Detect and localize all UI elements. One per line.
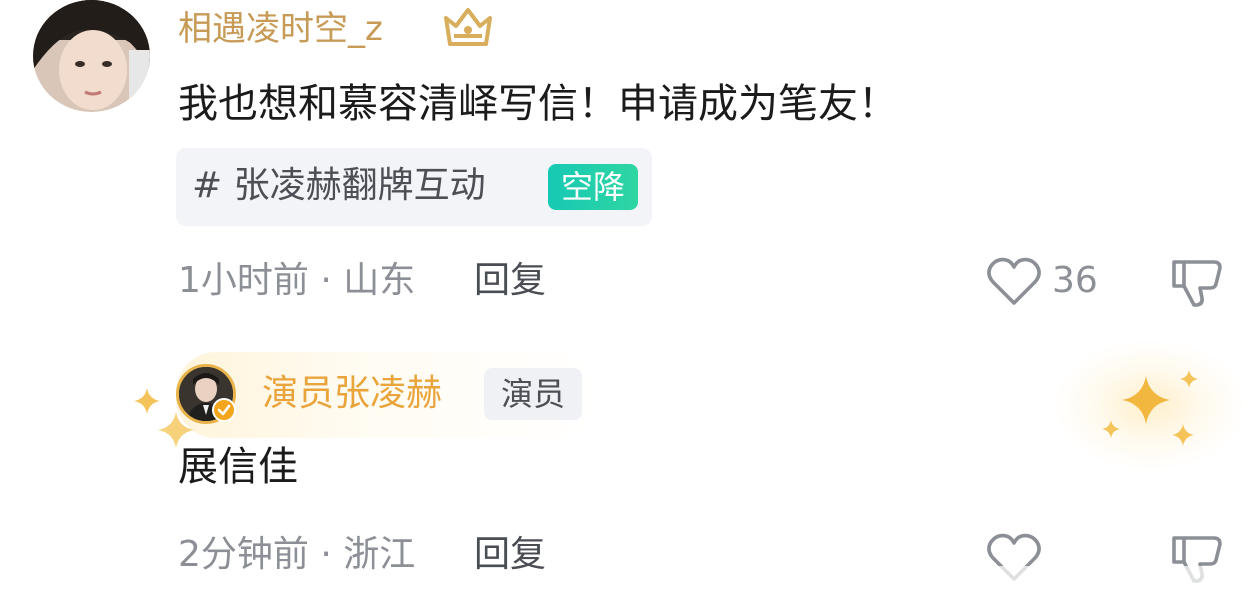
heart-icon[interactable] <box>986 256 1042 308</box>
comment-meta: 1小时前 · 山东 <box>178 260 416 301</box>
comment-text: 我也想和慕容清峄写信！申请成为笔友！ <box>178 81 898 127</box>
comment-meta: 2分钟前 · 浙江 <box>178 534 416 575</box>
crown-badge-icon <box>440 2 496 52</box>
sparkle-icon <box>1102 420 1120 442</box>
sparkle-icon <box>134 388 160 418</box>
sparkle-icon <box>1122 376 1170 428</box>
watermark-overlay <box>944 566 1254 588</box>
username[interactable]: 相遇凌时空_z <box>178 8 383 50</box>
sparkle-icon <box>1180 370 1198 392</box>
airdrop-badge: 空降 <box>548 164 638 210</box>
sparkle-icon <box>1172 424 1194 450</box>
topic-text: # 张凌赫翻牌互动 <box>192 165 486 206</box>
username[interactable]: 演员张凌赫 <box>262 370 442 418</box>
role-tag: 演员 <box>484 368 582 420</box>
comment-thread: 相遇凌时空_z 我也想和慕容清峄写信！申请成为笔友！ # 张凌赫翻牌互动 空降 … <box>0 0 1260 602</box>
dislike-icon[interactable] <box>1170 256 1224 310</box>
like-count: 36 <box>1052 260 1098 301</box>
reply-button[interactable]: 回复 <box>474 258 546 304</box>
avatar-image <box>33 0 150 112</box>
topic-tag[interactable]: # 张凌赫翻牌互动 空降 <box>176 148 652 226</box>
comment-text: 展信佳 <box>178 444 298 490</box>
avatar[interactable] <box>33 0 150 112</box>
verified-icon <box>212 398 236 422</box>
reply-button[interactable]: 回复 <box>474 532 546 578</box>
